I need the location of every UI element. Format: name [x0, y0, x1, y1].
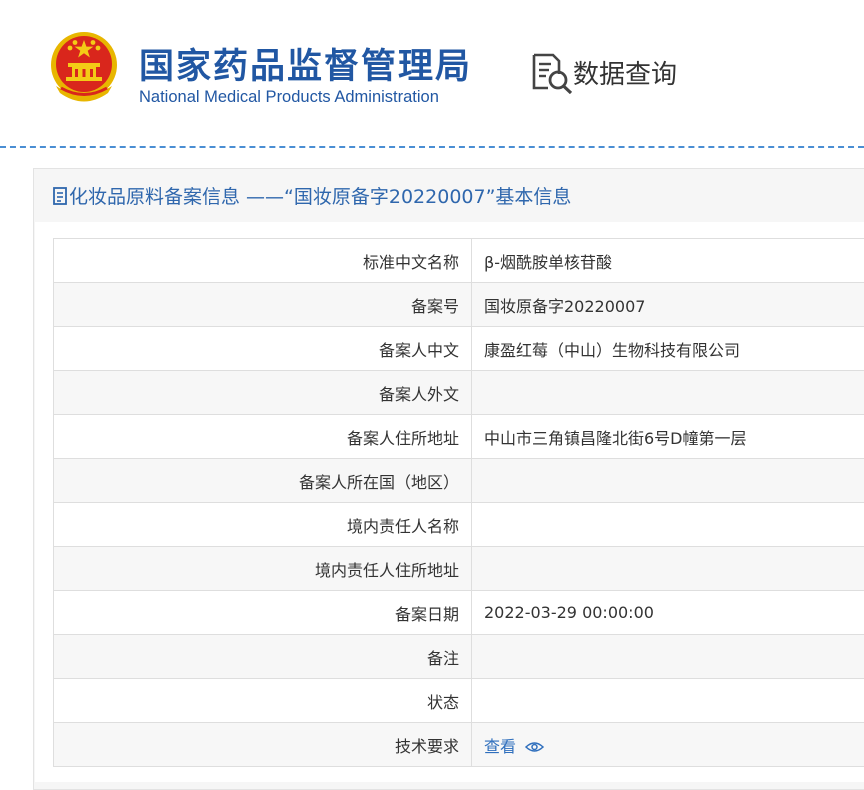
- table-row: 境内责任人住所地址: [54, 547, 864, 591]
- view-link-label: 查看: [484, 737, 516, 756]
- table-row: 备案人外文: [54, 371, 864, 415]
- row-value: [472, 503, 864, 547]
- row-value: β-烟酰胺单核苷酸: [472, 239, 864, 283]
- table-row: 备案日期 2022-03-29 00:00:00: [54, 591, 864, 635]
- row-value: [472, 635, 864, 679]
- table-row: 状态: [54, 679, 864, 723]
- org-name-cn: 国家药品监督管理局: [139, 38, 472, 89]
- row-label: 境内责任人名称: [54, 503, 472, 547]
- row-value: [472, 679, 864, 723]
- panel-title: 化妆品原料备案信息 ——“国妆原备字20220007”基本信息: [53, 181, 571, 213]
- basic-info-table: 标准中文名称 β-烟酰胺单核苷酸 备案号 国妆原备字20220007 备案人中文…: [53, 238, 864, 767]
- table-row: 境内责任人名称: [54, 503, 864, 547]
- site-header: 国家药品监督管理局 National Medical Products Admi…: [0, 0, 864, 148]
- view-tech-requirements-link[interactable]: 查看: [484, 737, 544, 756]
- eye-icon: [525, 741, 544, 753]
- row-label: 备案人中文: [54, 327, 472, 371]
- row-label: 境内责任人住所地址: [54, 547, 472, 591]
- panel-title-text: 化妆品原料备案信息 ——“国妆原备字20220007”基本信息: [69, 186, 571, 208]
- row-value: 康盈红莓（中山）生物科技有限公司: [472, 327, 864, 371]
- document-icon: [53, 187, 67, 205]
- row-label: 备案人所在国（地区）: [54, 459, 472, 503]
- table-row: 备案人中文 康盈红莓（中山）生物科技有限公司: [54, 327, 864, 371]
- data-query-label: 数据查询: [573, 54, 677, 91]
- row-label: 技术要求: [54, 723, 472, 767]
- table-row: 标准中文名称 β-烟酰胺单核苷酸: [54, 239, 864, 283]
- header-divider: [0, 146, 864, 148]
- row-value: 2022-03-29 00:00:00: [472, 591, 864, 635]
- row-value: [472, 459, 864, 503]
- table-row: 备注: [54, 635, 864, 679]
- table-row: 备案号 国妆原备字20220007: [54, 283, 864, 327]
- row-value: 国妆原备字20220007: [472, 283, 864, 327]
- row-value: [472, 371, 864, 415]
- row-label: 状态: [54, 679, 472, 723]
- table-row: 技术要求 查看: [54, 723, 864, 767]
- row-value: [472, 547, 864, 591]
- data-search-icon: [531, 52, 575, 94]
- table-row: 备案人住所地址 中山市三角镇昌隆北街6号D幢第一层: [54, 415, 864, 459]
- row-label: 备案人住所地址: [54, 415, 472, 459]
- row-label: 备注: [54, 635, 472, 679]
- org-name-en: National Medical Products Administration: [139, 88, 439, 107]
- table-row: 备案人所在国（地区）: [54, 459, 864, 503]
- national-emblem-icon: [48, 30, 120, 104]
- row-label: 备案日期: [54, 591, 472, 635]
- row-value: 查看: [472, 723, 864, 767]
- row-label: 标准中文名称: [54, 239, 472, 283]
- row-label: 备案号: [54, 283, 472, 327]
- row-label: 备案人外文: [54, 371, 472, 415]
- row-value: 中山市三角镇昌隆北街6号D幢第一层: [472, 415, 864, 459]
